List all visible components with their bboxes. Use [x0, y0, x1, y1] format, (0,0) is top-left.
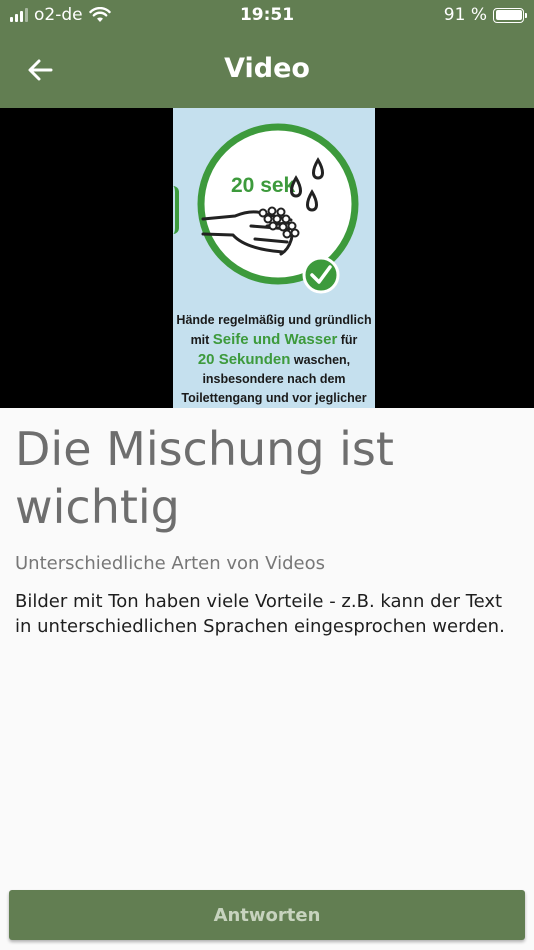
handwashing-illustration: 20 sek [197, 123, 359, 294]
poster-edge-circle [173, 186, 179, 234]
content-section: Die Mischung ist wichtig Unterschiedlich… [15, 420, 520, 639]
caption-line-5: Toilettengang und vor jeglicher [181, 391, 367, 405]
status-right: 91 % [443, 5, 527, 25]
caption-line-2-post: für [337, 333, 358, 347]
battery-icon [493, 7, 527, 23]
battery-percent: 91 % [443, 5, 487, 25]
caption-line-2: mit Seife und Wasser für [173, 330, 375, 350]
page-title: Video [224, 53, 310, 84]
caption-line-3-post: waschen, [290, 353, 351, 367]
caption-line-2-pre: mit [190, 333, 213, 347]
video-player[interactable]: 20 sek Hände regelmäßig und gründlich mi… [0, 108, 534, 408]
status-bar: o2-de 19:51 91 % [0, 0, 534, 32]
poster-caption: Hände regelmäßig und gründlich mit Seife… [173, 311, 375, 408]
caption-highlight-seconds: 20 Sekunden [197, 351, 291, 368]
content-subtitle: Unterschiedliche Arten von Videos [15, 553, 325, 574]
caption-line-4: insbesondere nach dem [202, 372, 346, 386]
content-heading: Die Mischung ist wichtig [15, 422, 394, 534]
caption-highlight-soap: Seife und Wasser [212, 331, 338, 348]
caption-line-1: Hände regelmäßig und gründlich [176, 313, 372, 327]
content-body: Bilder mit Ton haben viele Vorteile - z.… [15, 591, 505, 637]
video-poster: 20 sek Hände regelmäßig und gründlich mi… [173, 108, 375, 408]
caption-line-3: 20 Sekunden waschen, [173, 350, 375, 370]
answer-button[interactable]: Antworten [9, 890, 525, 940]
poster-timer-text: 20 sek [231, 174, 296, 197]
app-bar: Video [0, 32, 534, 108]
